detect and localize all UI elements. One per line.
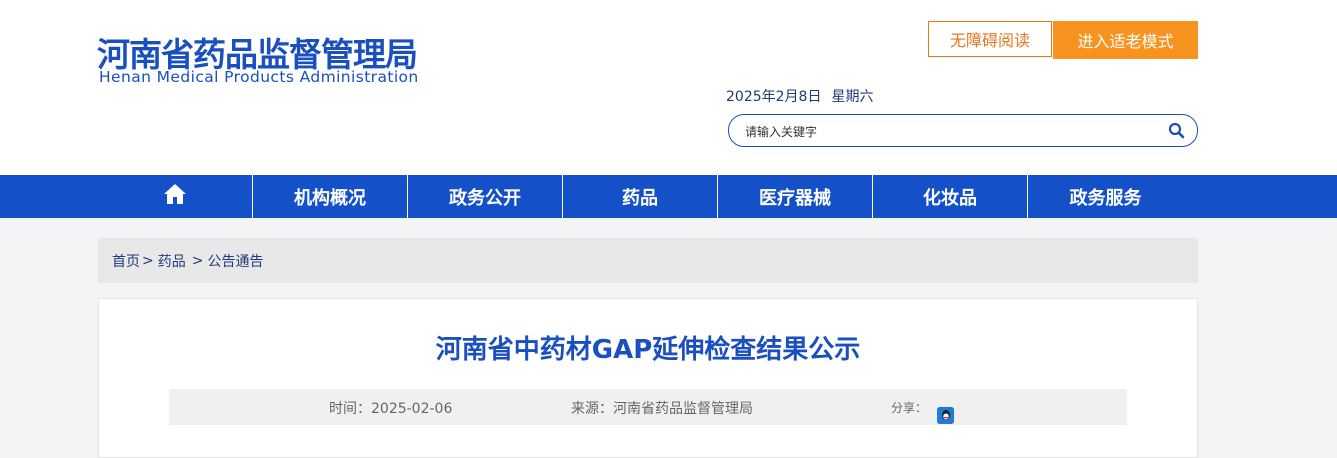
breadcrumb-announcements[interactable]: 公告通告 [207, 251, 263, 271]
accessible-reading-button[interactable]: 无障碍阅读 [928, 21, 1052, 57]
breadcrumb-drugs[interactable]: 药品 [158, 251, 186, 271]
home-icon [163, 183, 187, 210]
breadcrumb-home[interactable]: 首页 [112, 251, 140, 271]
nav-item-cosmetics[interactable]: 化妆品 [873, 175, 1028, 218]
weekday-text: 星期六 [831, 89, 874, 105]
nav-item-organization[interactable]: 机构概况 [253, 175, 408, 218]
share-label: 分享： [891, 401, 928, 415]
breadcrumb-separator: > [191, 252, 204, 269]
qq-icon[interactable] [937, 407, 954, 424]
search-box [728, 114, 1198, 147]
site-header: 河南省药品监督管理局 Henan Medical Products Admini… [0, 0, 1337, 175]
article-source: 来源：河南省药品监督管理局 [571, 401, 753, 417]
article-title: 河南省中药材GAP延伸检查结果公示 [435, 335, 861, 365]
article-meta-bar: 时间：2025-02-06 来源：河南省药品监督管理局 分享： [169, 389, 1127, 425]
date-text: 2025年2月8日 [726, 89, 822, 105]
main-navigation: 机构概况 政务公开 药品 医疗器械 化妆品 政务服务 [0, 175, 1337, 218]
article-container: 河南省中药材GAP延伸检查结果公示 时间：2025-02-06 来源：河南省药品… [98, 298, 1198, 458]
search-icon[interactable] [1167, 121, 1187, 141]
nav-item-government-affairs[interactable]: 政务公开 [408, 175, 563, 218]
nav-item-drugs[interactable]: 药品 [563, 175, 718, 218]
elder-mode-button[interactable]: 进入适老模式 [1053, 21, 1198, 59]
breadcrumb: 首页 > 药品 > 公告通告 [98, 238, 1198, 283]
nav-home[interactable] [98, 175, 253, 218]
site-logo-english[interactable]: Henan Medical Products Administration [99, 68, 419, 86]
current-date: 2025年2月8日 星期六 [726, 86, 873, 106]
breadcrumb-separator: > [142, 252, 154, 269]
article-time: 时间：2025-02-06 [329, 401, 453, 417]
nav-item-government-services[interactable]: 政务服务 [1028, 175, 1183, 218]
search-input[interactable] [743, 121, 1147, 143]
nav-item-medical-devices[interactable]: 医疗器械 [718, 175, 873, 218]
